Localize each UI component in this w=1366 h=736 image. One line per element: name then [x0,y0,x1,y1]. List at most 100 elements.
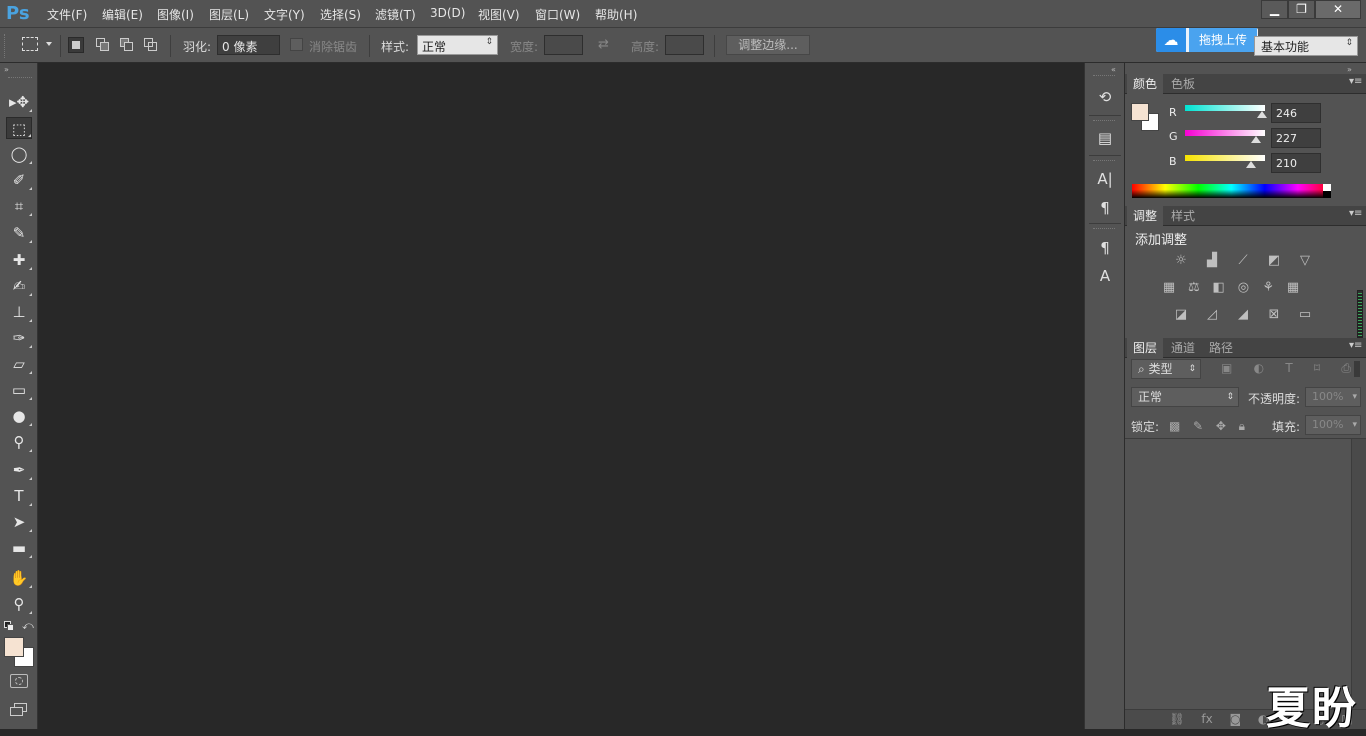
document-canvas-area[interactable] [39,63,1084,729]
panel-menu-icon[interactable]: ▾≡ [1349,340,1362,351]
red-slider[interactable] [1185,105,1265,111]
menu-view[interactable]: 视图(V) [478,6,520,23]
height-input[interactable] [665,35,704,55]
subtract-selection-icon[interactable] [119,37,135,53]
width-input[interactable] [544,35,583,55]
marquee-preset-icon[interactable] [22,37,38,51]
panel-foreground-swatch[interactable] [1131,103,1149,121]
quick-select-tool[interactable]: ✐ [6,169,32,191]
chevron-down-icon[interactable] [46,42,52,46]
hand-tool[interactable]: ✋ [6,567,32,589]
lock-all-icon[interactable]: 🔒︎ [1239,419,1245,433]
panel-menu-icon[interactable]: ▾≡ [1349,76,1362,87]
properties-icon[interactable]: ▤ [1093,126,1117,150]
character-styles-icon[interactable]: A [1093,264,1117,288]
swap-colors-icon[interactable]: ⤺ [22,619,34,633]
menu-image[interactable]: 图像(I) [157,6,194,23]
collapse-arrows-icon[interactable]: « [1111,65,1116,74]
upload-widget[interactable]: ☁ 拖拽上传 [1156,28,1258,52]
quick-mask-icon[interactable] [10,674,28,688]
blue-value[interactable]: 210 [1271,153,1321,173]
style-select[interactable]: 正常 ⇕ [417,35,498,55]
menu-window[interactable]: 窗口(W) [535,6,580,23]
add-selection-icon[interactable] [95,37,111,53]
new-selection-icon[interactable] [68,37,84,53]
menu-help[interactable]: 帮助(H) [595,6,637,23]
rect-marquee-tool[interactable]: ⬚ [6,117,32,139]
tab-paths[interactable]: 路径 [1203,338,1239,358]
adjustment-layer-filter-icon[interactable]: ◐ [1254,361,1264,377]
fill-input[interactable]: 100% ▾ [1305,415,1361,435]
ramp-black-chip[interactable] [1323,191,1331,198]
black-white-icon[interactable]: ◧ [1211,280,1227,296]
channel-mixer-icon[interactable]: ⚘ [1260,280,1276,296]
levels-icon[interactable]: ▟ [1204,253,1220,269]
shape-layer-filter-icon[interactable]: ⌑ [1314,361,1320,377]
collapse-arrows-icon[interactable]: » [1347,65,1352,74]
blur-tool[interactable]: ● [6,405,32,427]
character-icon[interactable]: A| [1093,167,1117,191]
move-tool[interactable]: ▸✥ [6,91,32,113]
history-icon[interactable]: ⟲ [1093,85,1117,109]
brightness-icon[interactable]: ☼ [1173,253,1189,269]
screen-mode-icon[interactable] [10,703,28,717]
default-colors-icon[interactable] [4,621,14,631]
color-spectrum-ramp[interactable] [1132,184,1331,198]
menu-edit[interactable]: 编辑(E) [102,6,143,23]
green-slider-thumb[interactable] [1251,136,1262,143]
chevron-down-icon[interactable]: ▾ [1352,417,1357,433]
lasso-tool[interactable]: ◯ [6,143,32,165]
filter-toggle[interactable] [1354,361,1360,377]
feather-input[interactable]: 0 像素 [217,35,280,55]
dodge-tool[interactable]: ⚲ [6,431,32,453]
intersect-selection-icon[interactable] [143,37,159,53]
layers-scrollbar[interactable] [1351,439,1366,709]
panel-menu-icon[interactable]: ▾≡ [1349,208,1362,219]
antialias-checkbox[interactable] [290,38,303,51]
gradient-tool[interactable]: ▭ [6,379,32,401]
smart-object-filter-icon[interactable]: ⎙ [1341,361,1351,377]
menu-layer[interactable]: 图层(L) [209,6,249,23]
clone-stamp-tool[interactable]: ⊥ [6,301,32,323]
eraser-tool[interactable]: ▱ [6,353,32,375]
color-balance-icon[interactable]: ⚖ [1186,280,1202,296]
color-lookup-icon[interactable]: ▦ [1285,280,1301,296]
fx-icon[interactable]: fx [1201,712,1212,726]
minimize-button[interactable]: ▁ [1261,0,1288,19]
tab-swatches[interactable]: 色板 [1165,74,1201,94]
type-tool[interactable]: T [6,485,32,507]
menu-file[interactable]: 文件(F) [47,6,87,23]
restore-button[interactable]: ❐ [1288,0,1315,19]
pen-tool[interactable]: ✒ [6,459,32,481]
vibrance-icon[interactable]: ▽ [1297,253,1313,269]
tab-adjustments[interactable]: 调整 [1127,206,1164,226]
close-button[interactable]: ✕ [1315,0,1361,19]
type-layer-filter-icon[interactable]: T [1285,361,1292,377]
chevron-down-icon[interactable]: ▾ [1352,389,1357,405]
invert-icon[interactable]: ◪ [1173,307,1189,323]
healing-brush-tool[interactable]: ✚ [6,249,32,271]
swap-icon[interactable]: ⇄ [598,37,609,52]
ramp-white-chip[interactable] [1323,184,1331,191]
zoom-tool[interactable]: ⚲ [6,593,32,615]
paragraph-styles-icon[interactable]: ¶ [1093,236,1117,260]
tab-layers[interactable]: 图层 [1127,338,1164,358]
foreground-color-swatch[interactable] [4,637,24,657]
blend-mode-select[interactable]: 正常 ⇕ [1131,387,1239,407]
layers-list[interactable] [1125,439,1351,709]
refine-edge-button[interactable]: 调整边缘... [726,35,810,55]
tab-color[interactable]: 颜色 [1127,74,1164,94]
tab-channels[interactable]: 通道 [1165,338,1201,358]
layer-filter-select[interactable]: ⌕ 类型 ⇕ [1131,359,1201,379]
green-value[interactable]: 227 [1271,128,1321,148]
lock-position-icon[interactable]: ✥ [1216,419,1226,433]
photo-filter-icon[interactable]: ◎ [1235,280,1251,296]
menu-select[interactable]: 选择(S) [320,6,361,23]
link-layers-icon[interactable]: ⛓ [1169,712,1184,726]
red-slider-thumb[interactable] [1257,111,1268,118]
exposure-icon[interactable]: ◩ [1266,253,1282,269]
paragraph-icon[interactable]: ¶ [1093,196,1117,220]
tab-styles[interactable]: 样式 [1165,206,1201,226]
posterize-icon[interactable]: ◿ [1204,307,1220,323]
opacity-input[interactable]: 100% ▾ [1305,387,1361,407]
